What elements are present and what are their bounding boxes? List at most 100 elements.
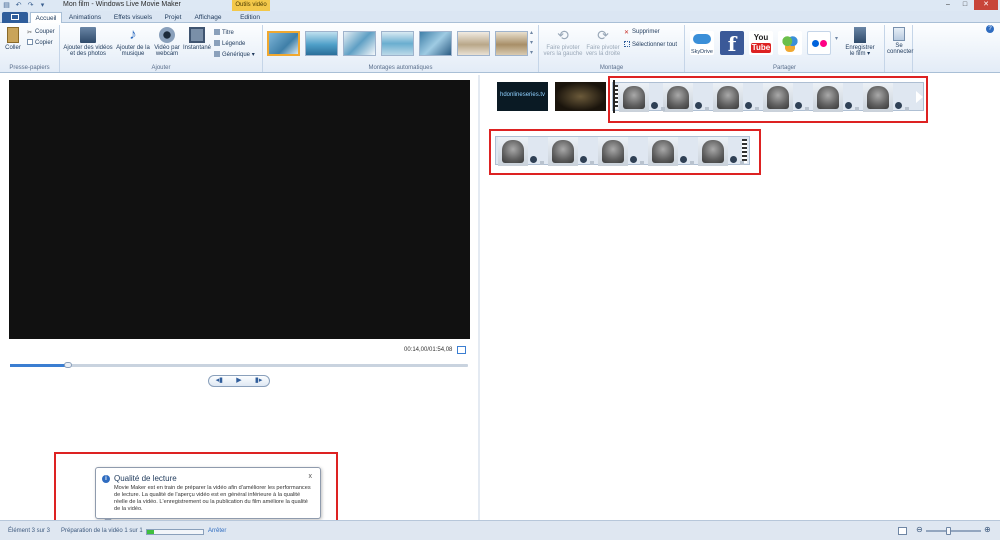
flickr-button[interactable] [807, 31, 831, 55]
paste-icon [7, 27, 19, 43]
tab-edit[interactable]: Edition [232, 12, 268, 23]
clip-frame-badge [745, 102, 752, 109]
fullscreen-icon[interactable] [457, 346, 466, 354]
clip-frame-badge [845, 102, 852, 109]
tab-view[interactable]: Affichage [190, 12, 226, 23]
sign-in-button[interactable]: Se connecter [887, 27, 913, 55]
caption-button[interactable]: Légende [214, 40, 245, 47]
gallery-scroll-down-icon[interactable]: ▾ [530, 39, 533, 46]
title-button[interactable]: Titre [214, 29, 234, 36]
status-bar: Élément 3 sur 3 Préparation de la vidéo … [0, 520, 1000, 540]
add-music-button[interactable]: ♪ Ajouter de la musique [115, 27, 151, 58]
save-movie-button[interactable]: Enregistrer le film ▾ [843, 27, 877, 57]
video-preview[interactable] [9, 80, 470, 339]
title-icon [214, 29, 220, 35]
rotate-left-button[interactable]: ⟲ Faire pivoter vers la gauche [543, 27, 583, 57]
preparation-progress-fill [147, 530, 154, 534]
credits-button[interactable]: Générique ▾ [214, 51, 255, 58]
close-button[interactable]: ✕ [974, 0, 998, 10]
previous-frame-icon[interactable]: ◂▮ [216, 376, 223, 386]
clip-frame-badge [695, 102, 702, 109]
group-add: Ajouter des vidéos et des photos ♪ Ajout… [60, 25, 263, 72]
film-photo-icon [80, 27, 96, 43]
theme-thumbnail-7[interactable] [495, 31, 528, 56]
delete-button[interactable]: ✕ Supprimer [624, 29, 660, 36]
ribbon: Coller ✂ Couper Copier Presse-papiers Ajo… [0, 23, 1000, 73]
intro-clip[interactable] [555, 82, 606, 111]
ribbon-tabs: Accueil Animations Effets visuels Projet… [0, 11, 1000, 23]
paste-button[interactable]: Coller [3, 27, 23, 51]
theme-thumbnail-5[interactable] [419, 31, 452, 56]
zoom-slider-thumb[interactable] [946, 527, 951, 535]
save-movie-icon [854, 27, 866, 43]
copy-icon [27, 39, 33, 45]
qat-dropdown-icon[interactable]: ▾ [38, 1, 47, 10]
select-all-button[interactable]: Sélectionner tout [624, 41, 677, 48]
help-icon[interactable]: ? [986, 25, 994, 33]
facebook-button[interactable]: f [720, 31, 744, 56]
zoom-out-icon[interactable]: ⊖ [916, 525, 923, 534]
theme-thumbnail-3[interactable] [343, 31, 376, 56]
skydrive-button[interactable]: SkyDrive [690, 31, 714, 55]
play-icon[interactable]: ▶ [236, 376, 241, 386]
tab-animations[interactable]: Animations [64, 12, 106, 23]
maximize-button[interactable]: □ [957, 0, 973, 10]
clip-frame-mark [640, 161, 644, 165]
theme-thumbnail-4[interactable] [381, 31, 414, 56]
tab-project[interactable]: Projet [160, 12, 186, 23]
facebook-icon: f [727, 32, 737, 56]
messenger-button[interactable] [778, 31, 802, 55]
title-clip[interactable]: hdonlineseries.tv [497, 82, 548, 111]
clip-frame-mark [690, 161, 694, 165]
clip-frame-mark [540, 161, 544, 165]
window-controls: – □ ✕ [940, 0, 998, 10]
clip-frame-badge [680, 156, 687, 163]
theme-thumbnail-1[interactable] [267, 31, 300, 56]
minimize-button[interactable]: – [940, 0, 956, 10]
clip-frame-mark [705, 107, 709, 111]
tab-visual-effects[interactable]: Effets visuels [109, 12, 157, 23]
zoom-in-icon[interactable]: ⊕ [984, 525, 991, 534]
seek-bar[interactable] [10, 364, 468, 367]
youtube-button[interactable]: You Tube [749, 31, 773, 55]
group-sign-in: Se connecter [885, 25, 913, 72]
redo-icon[interactable]: ↷ [26, 1, 35, 10]
highlight-box-row-1 [608, 76, 928, 123]
app-menu-button[interactable] [2, 12, 28, 23]
tab-home[interactable]: Accueil [30, 12, 62, 23]
pane-divider[interactable] [478, 75, 480, 520]
gallery-more-icon[interactable]: ▾ [530, 49, 533, 56]
add-videos-button[interactable]: Ajouter des vidéos et des photos [62, 27, 114, 57]
clip-frame-badge [530, 156, 537, 163]
group-automovie: ▴ ▾ ▾ Montages automatiques [263, 25, 539, 72]
cut-button[interactable]: ✂ Couper [27, 29, 55, 36]
theme-thumbnail-6[interactable] [457, 31, 490, 56]
caption-icon [214, 40, 220, 46]
seek-thumb[interactable] [64, 362, 72, 368]
copy-button[interactable]: Copier [27, 39, 53, 46]
delete-icon: ✕ [624, 30, 630, 36]
movie-maker-window: ▤ ↶ ↷ ▾ Mon film - Windows Live Movie Ma… [0, 0, 1000, 540]
snapshot-button[interactable]: Instantané [182, 27, 212, 51]
clip-frame-mark [805, 107, 809, 111]
webcam-icon [159, 27, 175, 43]
group-editing: ⟲ Faire pivoter vers la gauche ⟳ Faire p… [539, 25, 685, 72]
app-menu-icon [11, 14, 19, 20]
select-all-icon [624, 41, 630, 47]
gallery-scroll-up-icon[interactable]: ▴ [530, 29, 533, 36]
clip-frame-mark [905, 107, 909, 111]
stop-link[interactable]: Arrêter [208, 528, 226, 534]
storyboard-view-icon[interactable] [898, 527, 907, 535]
webcam-button[interactable]: Vidéo par webcam [152, 27, 182, 57]
group-share: SkyDrive f You Tube ▾ Enregistrer le fil… [685, 25, 885, 72]
zoom-slider-track[interactable] [926, 530, 981, 532]
share-more-icon[interactable]: ▾ [835, 35, 838, 42]
clip-frame-badge [795, 102, 802, 109]
clip-frame-badge [630, 156, 637, 163]
save-icon[interactable]: ▤ [2, 1, 11, 10]
theme-thumbnail-2[interactable] [305, 31, 338, 56]
clip-frame-mark [855, 107, 859, 111]
rotate-right-button[interactable]: ⟳ Faire pivoter vers la droite [584, 27, 622, 57]
next-frame-icon[interactable]: ▮▸ [255, 376, 262, 386]
undo-icon[interactable]: ↶ [14, 1, 23, 10]
